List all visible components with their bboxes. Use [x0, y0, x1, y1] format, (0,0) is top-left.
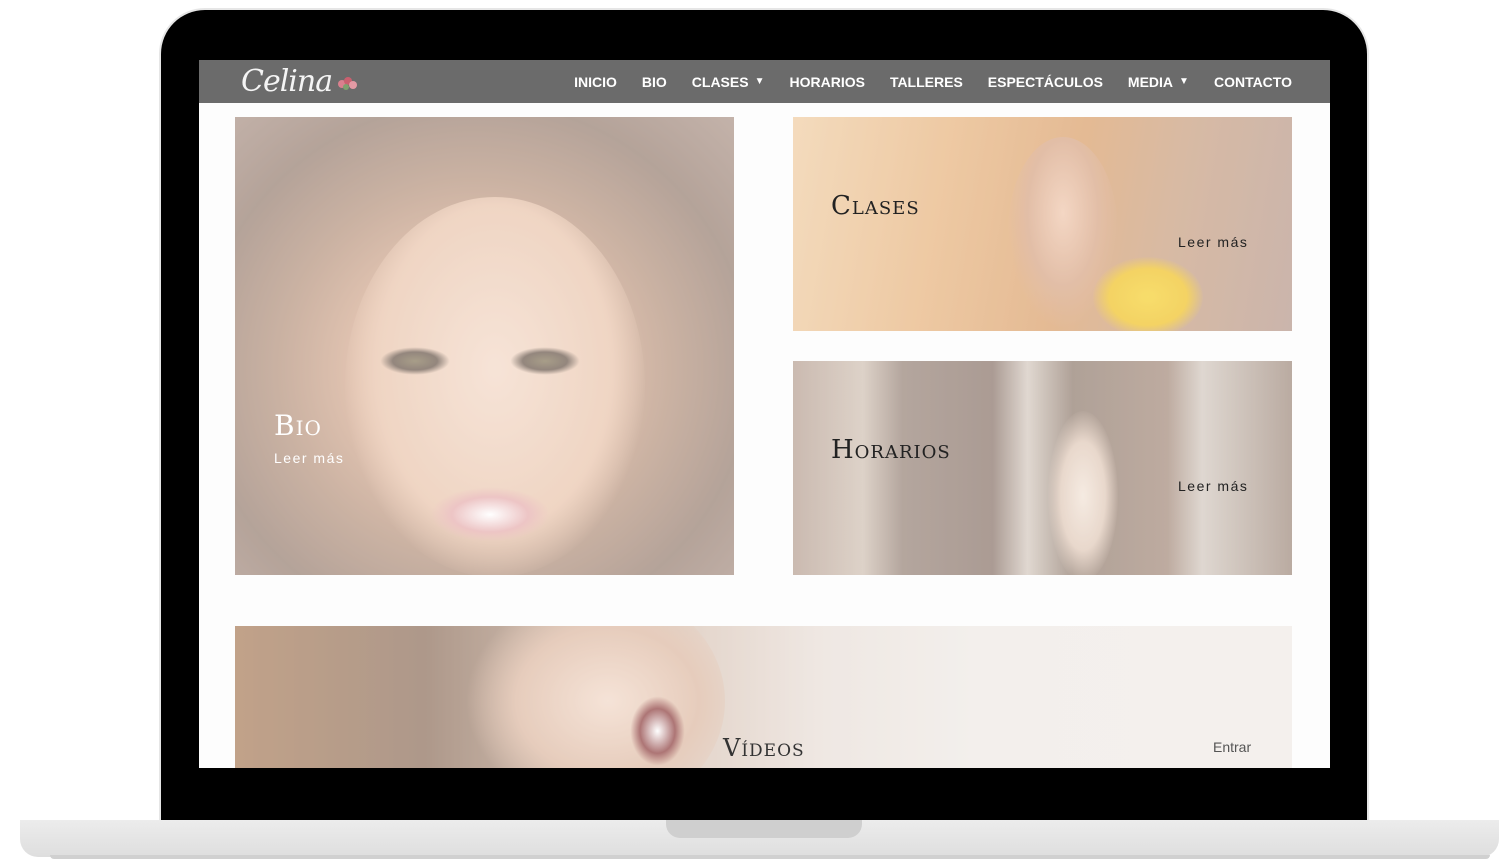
website-screen: Celina INICIO BIO CLASES ▼ HORARIOS TALLE… [199, 60, 1330, 768]
laptop-notch [666, 820, 862, 838]
nav-label: BIO [641, 73, 667, 90]
nav-item-inicio[interactable]: INICIO [574, 74, 617, 90]
nav-label: MEDIA [1127, 73, 1174, 90]
nav-item-espectaculos[interactable]: ESPECTÁCULOS [988, 74, 1103, 90]
image-overlay [793, 361, 1292, 575]
videos-tile[interactable]: Vídeos Entrar [235, 626, 1292, 768]
clases-title: Clases [831, 191, 920, 221]
laptop-base-shadow [50, 855, 1490, 859]
nav-label: CONTACTO [1213, 73, 1292, 90]
nav-label: TALLERES [889, 73, 963, 90]
chevron-down-icon: ▼ [754, 76, 765, 87]
clases-tile[interactable]: Clases Leer más [793, 117, 1292, 331]
nav-item-horarios[interactable]: HORARIOS [789, 74, 864, 90]
nav-item-clases[interactable]: CLASES ▼ [692, 74, 765, 90]
bio-read-more-link[interactable]: Leer más [274, 450, 344, 466]
clases-read-more-link[interactable]: Leer más [1178, 234, 1248, 250]
nav-item-bio[interactable]: BIO [642, 74, 667, 90]
bio-tile[interactable]: Bio Leer más [235, 117, 734, 575]
image-overlay [235, 117, 734, 575]
site-header: Celina INICIO BIO CLASES ▼ HORARIOS TALLE… [199, 60, 1330, 103]
nav-label: INICIO [574, 73, 617, 90]
videos-enter-link[interactable]: Entrar [1213, 739, 1251, 755]
site-logo[interactable]: Celina [241, 62, 358, 100]
bio-title: Bio [274, 409, 322, 442]
flower-icon [338, 77, 358, 91]
logo-text: Celina [241, 63, 333, 99]
main-navigation: INICIO BIO CLASES ▼ HORARIOS TALLERES ESP… [549, 60, 1292, 103]
nav-label: HORARIOS [789, 73, 865, 90]
nav-label: ESPECTÁCULOS [987, 73, 1103, 90]
nav-item-media[interactable]: MEDIA ▼ [1128, 74, 1189, 90]
videos-title: Vídeos [723, 734, 805, 762]
horarios-title: Horarios [831, 435, 951, 465]
chevron-down-icon: ▼ [1179, 76, 1189, 87]
nav-item-talleres[interactable]: TALLERES [890, 74, 963, 90]
nav-item-contacto[interactable]: CONTACTO [1214, 74, 1292, 90]
image-overlay [793, 117, 1292, 331]
horarios-read-more-link[interactable]: Leer más [1178, 478, 1248, 494]
horarios-tile[interactable]: Horarios Leer más [793, 361, 1292, 575]
nav-label: CLASES [691, 73, 749, 90]
